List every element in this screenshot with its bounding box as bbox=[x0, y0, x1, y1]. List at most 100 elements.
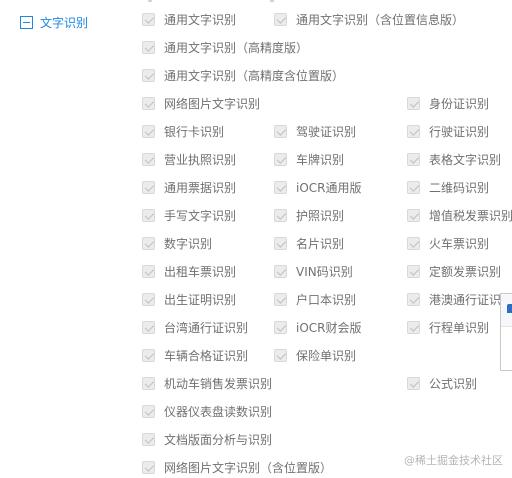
check-icon[interactable] bbox=[142, 237, 155, 250]
check-icon[interactable] bbox=[274, 265, 287, 278]
checkbox-label: 火车票识别 bbox=[429, 237, 490, 251]
checkbox-item[interactable]: 公式识别 bbox=[407, 376, 477, 391]
check-icon[interactable] bbox=[142, 125, 155, 138]
check-icon[interactable] bbox=[407, 237, 420, 250]
checkbox-item[interactable]: iOCR财会版 bbox=[274, 320, 362, 335]
check-icon[interactable] bbox=[142, 209, 155, 222]
checkbox-item[interactable]: 增值税发票识别 bbox=[407, 208, 512, 223]
checkbox-label: 通用文字识别（高精度版） bbox=[164, 41, 309, 55]
checkbox-item[interactable]: 出租车票识别 bbox=[142, 264, 236, 279]
checkbox-label: iOCR通用版 bbox=[296, 181, 362, 195]
collapse-toggle-icon[interactable] bbox=[20, 16, 33, 29]
check-icon[interactable] bbox=[142, 41, 155, 54]
checkbox-item[interactable]: 驾驶证识别 bbox=[274, 124, 356, 139]
checkbox-item[interactable]: 通用文字识别（高精度含位置版） bbox=[142, 68, 344, 83]
checkbox-label: 仪器仪表盘读数识别 bbox=[164, 405, 273, 419]
checkbox-label: 出租车票识别 bbox=[164, 265, 237, 279]
check-icon[interactable] bbox=[142, 377, 155, 390]
check-icon[interactable] bbox=[407, 125, 420, 138]
check-icon[interactable] bbox=[407, 153, 420, 166]
checkbox-item[interactable]: 仪器仪表盘读数识别 bbox=[142, 404, 272, 419]
checkbox-item[interactable]: 户口本识别 bbox=[274, 292, 356, 307]
check-icon[interactable] bbox=[142, 321, 155, 334]
check-icon[interactable] bbox=[407, 377, 420, 390]
checkbox-item[interactable]: 机动车销售发票识别 bbox=[142, 376, 272, 391]
checkbox-item[interactable]: 保险单识别 bbox=[274, 348, 356, 363]
check-icon[interactable] bbox=[142, 69, 155, 82]
dialog-app-icon bbox=[507, 304, 512, 313]
checkbox-item[interactable]: 车牌识别 bbox=[274, 152, 344, 167]
checkbox-label: 增值税发票识别 bbox=[429, 209, 512, 223]
checkbox-item[interactable]: 网络图片文字识别 bbox=[142, 96, 260, 111]
check-icon[interactable] bbox=[407, 265, 420, 278]
checkbox-label: 行程单识别 bbox=[429, 321, 490, 335]
check-icon[interactable] bbox=[274, 181, 287, 194]
check-icon[interactable] bbox=[142, 293, 155, 306]
check-icon[interactable] bbox=[274, 237, 287, 250]
check-icon[interactable] bbox=[142, 13, 155, 26]
check-icon[interactable] bbox=[142, 405, 155, 418]
checkbox-item[interactable]: 护照识别 bbox=[274, 208, 344, 223]
checkbox-item[interactable]: 车辆合格证识别 bbox=[142, 348, 248, 363]
checkbox-item[interactable]: 港澳通行证识别 bbox=[407, 292, 512, 307]
checkbox-item[interactable]: 手写文字识别 bbox=[142, 208, 236, 223]
checkbox-label: 护照识别 bbox=[296, 209, 345, 223]
checkbox-label: 表格文字识别 bbox=[429, 153, 502, 167]
checkbox-item[interactable]: 文档版面分析与识别 bbox=[142, 432, 272, 447]
checkbox-label: iOCR财会版 bbox=[296, 321, 362, 335]
checkbox-item[interactable]: 台湾通行证识别 bbox=[142, 320, 248, 335]
check-icon[interactable] bbox=[142, 153, 155, 166]
checkbox-label: 行驶证识别 bbox=[429, 125, 490, 139]
check-icon[interactable] bbox=[407, 97, 420, 110]
check-icon[interactable] bbox=[407, 209, 420, 222]
check-icon[interactable] bbox=[274, 153, 287, 166]
dialog-panel-edge bbox=[500, 293, 512, 371]
checkbox-item[interactable]: 通用文字识别（高精度版） bbox=[142, 40, 308, 55]
checkbox-item[interactable]: 行驶证识别 bbox=[407, 124, 489, 139]
checkbox-item[interactable]: iOCR通用版 bbox=[274, 180, 362, 195]
check-icon[interactable] bbox=[142, 97, 155, 110]
checkbox-item[interactable]: 行程单识别 bbox=[407, 320, 489, 335]
check-icon[interactable] bbox=[274, 321, 287, 334]
checkbox-item[interactable]: 通用文字识别 bbox=[142, 12, 236, 27]
checkbox-item[interactable]: 数字识别 bbox=[142, 236, 212, 251]
checkbox-item[interactable]: 通用票据识别 bbox=[142, 180, 236, 195]
checkbox-item[interactable]: 表格文字识别 bbox=[407, 152, 501, 167]
checkbox-item[interactable]: 网络图片文字识别（含位置版） bbox=[142, 460, 332, 475]
check-icon[interactable] bbox=[274, 13, 287, 26]
check-icon[interactable] bbox=[274, 349, 287, 362]
check-icon[interactable] bbox=[274, 209, 287, 222]
checkbox-item[interactable]: VIN码识别 bbox=[274, 264, 353, 279]
checkbox-label: 数字识别 bbox=[164, 237, 213, 251]
scroll-fragment bbox=[148, 0, 152, 2]
checkbox-label: 二维码识别 bbox=[429, 181, 490, 195]
checkbox-label: 营业执照识别 bbox=[164, 153, 237, 167]
check-icon[interactable] bbox=[142, 181, 155, 194]
checkbox-item[interactable]: 名片识别 bbox=[274, 236, 344, 251]
checkbox-label: 通用文字识别（高精度含位置版） bbox=[164, 69, 345, 83]
checkbox-label: 出生证明识别 bbox=[164, 293, 237, 307]
check-icon[interactable] bbox=[142, 265, 155, 278]
checkbox-item[interactable]: 营业执照识别 bbox=[142, 152, 236, 167]
check-icon[interactable] bbox=[274, 125, 287, 138]
checkbox-label: 通用文字识别（含位置信息版） bbox=[296, 13, 465, 27]
check-icon[interactable] bbox=[142, 433, 155, 446]
checkbox-label: 车牌识别 bbox=[296, 153, 345, 167]
watermark: @稀土掘金技术社区 bbox=[404, 454, 503, 467]
checkbox-item[interactable]: 身份证识别 bbox=[407, 96, 489, 111]
checkbox-label: VIN码识别 bbox=[296, 265, 353, 279]
check-icon[interactable] bbox=[407, 293, 420, 306]
checkbox-item[interactable]: 定额发票识别 bbox=[407, 264, 501, 279]
check-icon[interactable] bbox=[142, 461, 155, 474]
check-icon[interactable] bbox=[274, 293, 287, 306]
scroll-fragment bbox=[270, 0, 274, 2]
check-icon[interactable] bbox=[407, 321, 420, 334]
checkbox-item[interactable]: 通用文字识别（含位置信息版） bbox=[274, 12, 464, 27]
checkbox-item[interactable]: 火车票识别 bbox=[407, 236, 489, 251]
check-icon[interactable] bbox=[407, 181, 420, 194]
checkbox-item[interactable]: 二维码识别 bbox=[407, 180, 489, 195]
checkbox-item[interactable]: 银行卡识别 bbox=[142, 124, 224, 139]
check-icon[interactable] bbox=[142, 349, 155, 362]
checkbox-item[interactable]: 出生证明识别 bbox=[142, 292, 236, 307]
checkbox-label: 名片识别 bbox=[296, 237, 345, 251]
